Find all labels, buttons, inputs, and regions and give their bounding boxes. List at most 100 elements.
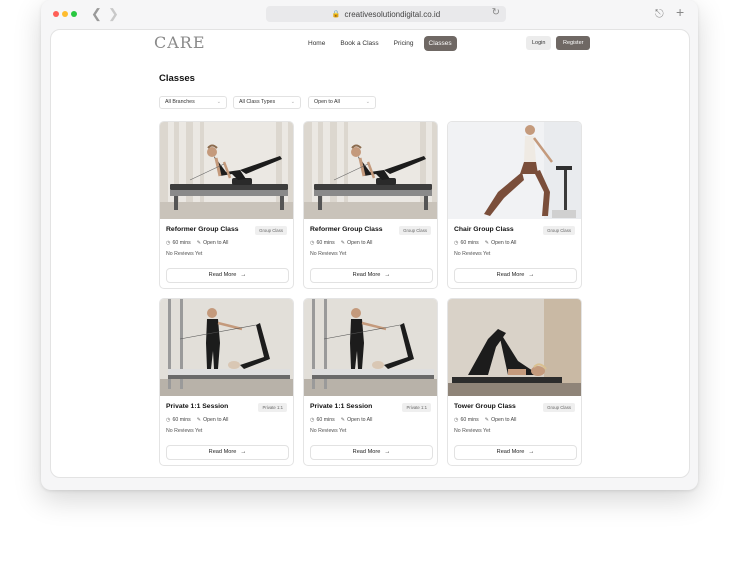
level-text: Open to All [491,417,517,423]
duration-info: ◷ 60 mins [166,417,191,423]
arrow-right-icon: → [528,449,535,455]
nav-item-book-a-class[interactable]: Book a Class [335,36,383,51]
class-title[interactable]: Tower Group Class [454,403,516,410]
duration-info: ◷ 60 mins [166,240,191,246]
read-more-label: Read More [496,449,525,455]
login-button[interactable]: Login [526,36,552,50]
class-type-badge: Group Class [255,226,287,235]
class-card[interactable]: Reformer Group Class Group Class ◷ 60 min… [303,121,438,289]
pencil-icon: ✎ [340,240,346,246]
duration-info: ◷ 60 mins [310,240,335,246]
duration-info: ◷ 60 mins [310,417,335,423]
class-type-badge: Private 1:1 [402,403,431,412]
clock-icon: ◷ [310,417,315,423]
class-meta: ◷ 60 mins ✎ Open to All [310,240,372,246]
pencil-icon: ✎ [484,240,490,246]
nav-item-home[interactable]: Home [303,36,330,51]
chevron-down-icon: ⌄ [216,99,221,105]
duration-text: 60 mins [460,417,479,423]
duration-info: ◷ 60 mins [454,240,479,246]
reviews-text: No Reviews Yet [454,428,491,434]
minimize-window-button[interactable] [62,11,68,17]
nav-item-pricing[interactable]: Pricing [389,36,419,51]
forward-arrow-icon[interactable]: ❯ [108,6,119,22]
main-nav: Home Book a Class Pricing Classes [303,36,462,51]
class-title[interactable]: Private 1:1 Session [310,403,372,410]
screenshot-stage: ❮ ❯ 🔒 creativesolutiondigital.co.id ↻ ⎋ … [0,0,739,581]
class-photo [304,122,437,219]
class-title[interactable]: Reformer Group Class [166,226,239,233]
class-card[interactable]: Reformer Group Class Group Class ◷ 60 min… [159,121,294,289]
class-card[interactable]: Private 1:1 Session Private 1:1 ◷ 60 mins… [159,298,294,466]
reviews-text: No Reviews Yet [310,428,347,434]
browser-window: ❮ ❯ 🔒 creativesolutiondigital.co.id ↻ ⎋ … [41,0,698,490]
address-bar[interactable]: 🔒 creativesolutiondigital.co.id ↻ [266,6,506,22]
read-more-button[interactable]: Read More → [310,445,433,460]
register-button[interactable]: Register [556,36,591,50]
read-more-label: Read More [208,272,237,278]
class-type-badge: Group Class [399,226,431,235]
class-title[interactable]: Private 1:1 Session [166,403,228,410]
arrow-right-icon: → [240,272,247,278]
branch-filter-select[interactable]: All Branches ⌄ [159,96,227,109]
class-type-filter-select[interactable]: All Class Types ⌄ [233,96,301,109]
read-more-label: Read More [496,272,525,278]
duration-info: ◷ 60 mins [454,417,479,423]
level-filter-value: Open to All [314,99,340,105]
new-tab-icon[interactable]: + [676,4,684,20]
arrow-right-icon: → [240,449,247,455]
read-more-label: Read More [208,449,237,455]
level-info: ✎ Open to All [197,240,229,246]
class-card[interactable]: Private 1:1 Session Private 1:1 ◷ 60 mins… [303,298,438,466]
class-meta: ◷ 60 mins ✎ Open to All [454,417,516,423]
pencil-icon: ✎ [340,417,346,423]
read-more-button[interactable]: Read More → [454,268,577,283]
clock-icon: ◷ [454,417,459,423]
share-icon[interactable]: ⎋ [655,6,664,22]
branch-filter-value: All Branches [165,99,195,105]
duration-text: 60 mins [172,417,191,423]
class-meta: ◷ 60 mins ✎ Open to All [166,417,228,423]
level-text: Open to All [203,417,229,423]
read-more-button[interactable]: Read More → [310,268,433,283]
class-photo [304,299,437,396]
class-card[interactable]: Chair Group Class Group Class ◷ 60 mins ✎… [447,121,582,289]
pencil-icon: ✎ [196,417,202,423]
url-text: creativesolutiondigital.co.id [344,9,441,19]
read-more-button[interactable]: Read More → [166,445,289,460]
class-photo [448,299,581,396]
level-text: Open to All [491,240,517,246]
lock-icon: 🔒 [331,11,341,18]
level-info: ✎ Open to All [485,240,517,246]
level-text: Open to All [203,240,229,246]
class-meta: ◷ 60 mins ✎ Open to All [454,240,516,246]
site-logo[interactable]: CARE [154,33,206,52]
reviews-text: No Reviews Yet [454,251,491,257]
class-title[interactable]: Reformer Group Class [310,226,383,233]
class-type-badge: Group Class [543,403,575,412]
read-more-button[interactable]: Read More → [454,445,577,460]
close-window-button[interactable] [53,11,59,17]
clock-icon: ◷ [166,240,171,246]
duration-text: 60 mins [460,240,479,246]
class-title[interactable]: Chair Group Class [454,226,514,233]
nav-item-classes[interactable]: Classes [423,36,457,51]
class-photo [160,122,293,219]
reviews-text: No Reviews Yet [310,251,347,257]
web-page: CARE Home Book a Class Pricing Classes L… [50,29,690,478]
read-more-label: Read More [352,449,381,455]
read-more-button[interactable]: Read More → [166,268,289,283]
arrow-right-icon: → [528,272,535,278]
class-type-badge: Private 1:1 [258,403,287,412]
class-type-badge: Group Class [543,226,575,235]
zoom-window-button[interactable] [71,11,77,17]
reload-icon[interactable]: ↻ [492,7,500,18]
chevron-down-icon: ⌄ [365,99,370,105]
pencil-icon: ✎ [484,417,490,423]
level-filter-select[interactable]: Open to All ⌄ [308,96,376,109]
back-arrow-icon[interactable]: ❮ [91,6,102,22]
class-meta: ◷ 60 mins ✎ Open to All [166,240,228,246]
class-card[interactable]: Tower Group Class Group Class ◷ 60 mins ✎… [447,298,582,466]
level-info: ✎ Open to All [341,417,373,423]
clock-icon: ◷ [310,240,315,246]
